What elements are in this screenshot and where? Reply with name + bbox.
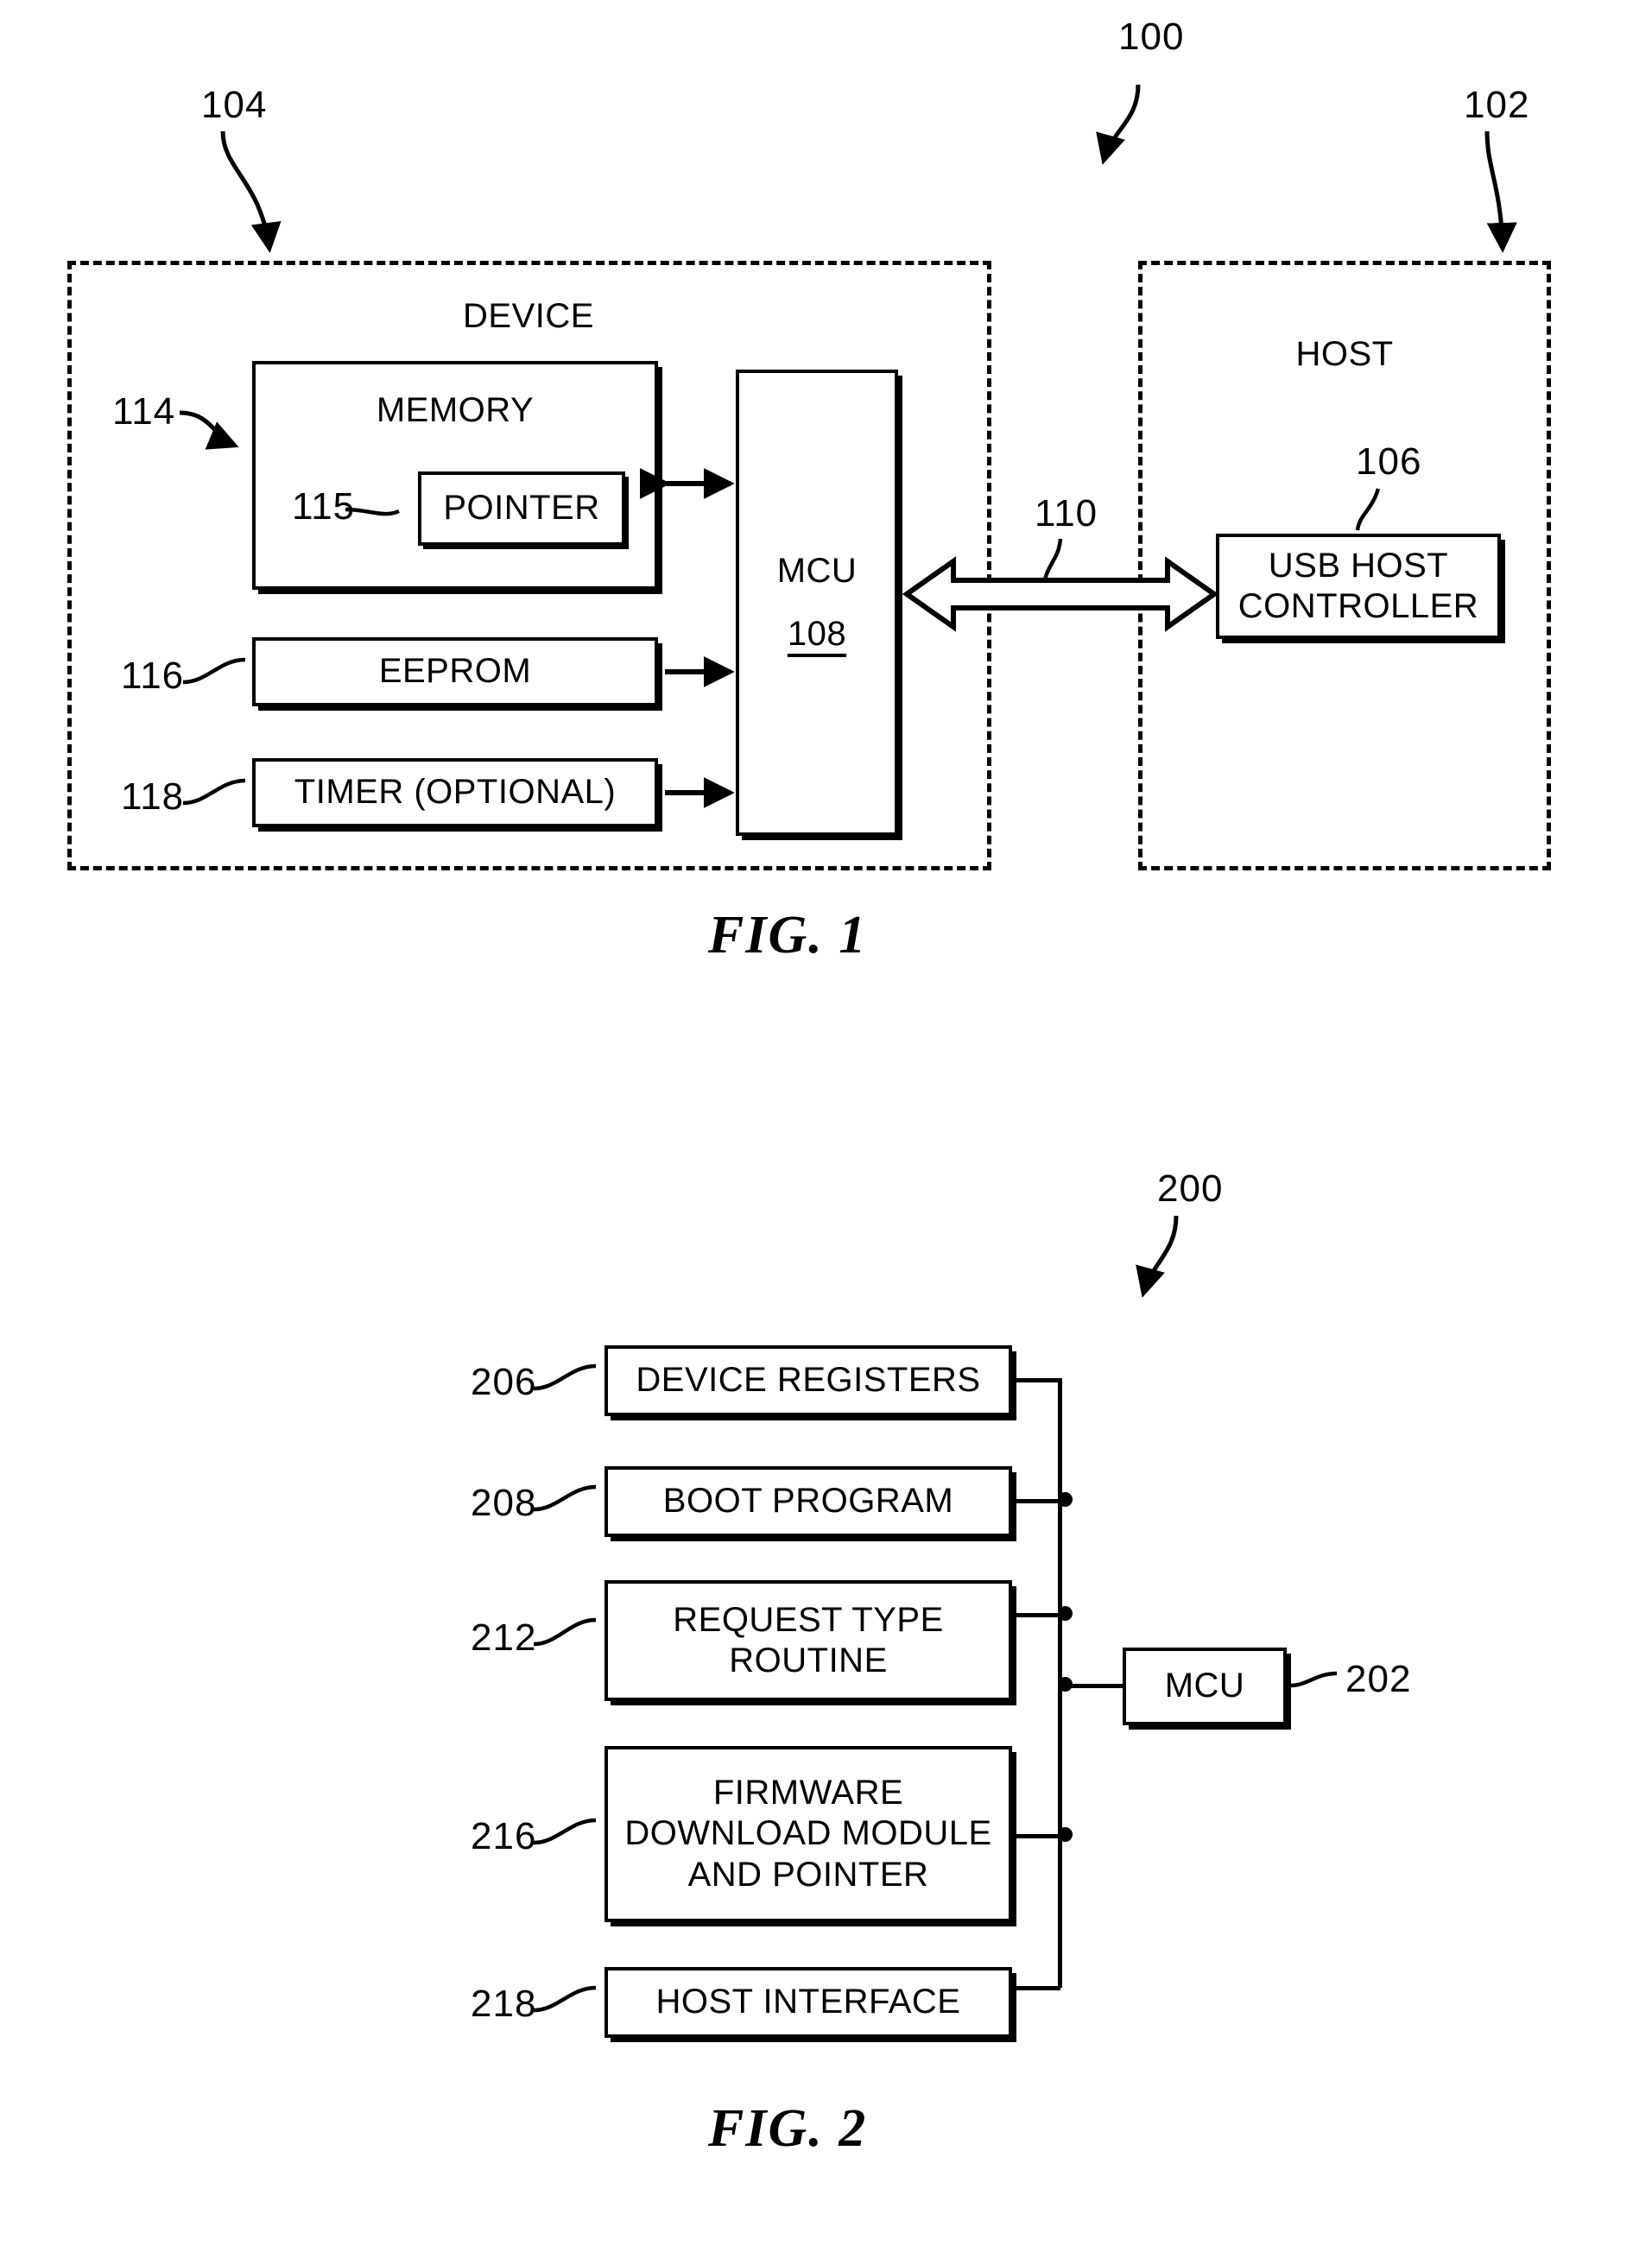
ref-218: 218 <box>471 1983 537 2025</box>
usb-host-controller-block: USB HOST CONTROLLER <box>1216 534 1501 639</box>
leader-100 <box>1096 84 1141 165</box>
device-registers-block: DEVICE REGISTERS <box>604 1345 1012 1416</box>
mcu-label: MCU <box>776 551 858 590</box>
host-title: HOST <box>1295 335 1394 373</box>
leader-206 <box>533 1363 597 1391</box>
mcu-block: MCU 108 <box>736 370 898 836</box>
device-registers-label: DEVICE REGISTERS <box>636 1361 981 1400</box>
eeprom-block: EEPROM <box>252 637 658 706</box>
mcu-202-block: MCU <box>1123 1648 1287 1725</box>
firmware-download-module-block: FIRMWARE DOWNLOAD MODULE AND POINTER <box>604 1746 1012 1922</box>
figure-2-caption: FIG. 2 <box>708 2099 868 2158</box>
boot-program-label: BOOT PROGRAM <box>662 1482 954 1521</box>
leader-216 <box>533 1818 597 1845</box>
leader-202 <box>1289 1671 1338 1688</box>
pointer-label: POINTER <box>443 489 600 528</box>
host-interface-block: HOST INTERFACE <box>604 1967 1012 2038</box>
ref-102: 102 <box>1464 84 1530 126</box>
figure-1-caption: FIG. 1 <box>708 906 868 965</box>
ref-100: 100 <box>1118 16 1185 58</box>
ref-106: 106 <box>1356 440 1422 483</box>
firmware-download-module-label: FIRMWARE DOWNLOAD MODULE AND POINTER <box>624 1774 992 1894</box>
leader-212 <box>533 1617 597 1647</box>
ref-200: 200 <box>1157 1167 1224 1210</box>
ref-114: 114 <box>112 390 176 433</box>
stub-206 <box>1010 1378 1060 1382</box>
junction-dot-mcu <box>1058 1677 1073 1692</box>
request-type-routine-label: REQUEST TYPE ROUTINE <box>673 1600 944 1680</box>
host-interface-label: HOST INTERFACE <box>655 1983 961 2021</box>
leader-208 <box>533 1484 597 1512</box>
stub-218 <box>1010 1986 1060 1990</box>
boot-program-block: BOOT PROGRAM <box>604 1466 1012 1537</box>
ref-110: 110 <box>1035 492 1098 535</box>
ref-104: 104 <box>201 84 268 126</box>
junction-dot-208 <box>1058 1492 1073 1507</box>
mcu-202-label: MCU <box>1164 1667 1245 1705</box>
ref-115: 115 <box>292 485 356 528</box>
mcu-ref-108: 108 <box>787 615 847 653</box>
ref-206: 206 <box>471 1361 537 1403</box>
leader-218 <box>533 1985 597 2013</box>
stub-208 <box>1010 1499 1060 1503</box>
stub-212 <box>1010 1613 1060 1617</box>
eeprom-label: EEPROM <box>378 652 532 691</box>
ref-118: 118 <box>121 775 185 818</box>
junction-dot-216 <box>1058 1827 1073 1842</box>
usb-host-controller-line1: USB HOST <box>1268 546 1449 585</box>
junction-dot-212 <box>1058 1606 1073 1621</box>
leader-104 <box>220 130 282 253</box>
timer-label: TIMER (OPTIONAL) <box>294 773 617 812</box>
leader-102 <box>1484 130 1517 253</box>
usb-host-controller-line2: CONTROLLER <box>1237 587 1479 625</box>
device-title: DEVICE <box>463 297 594 335</box>
leader-110 <box>1041 538 1063 591</box>
timer-block: TIMER (OPTIONAL) <box>252 758 658 827</box>
ref-202: 202 <box>1345 1658 1412 1700</box>
request-type-routine-block: REQUEST TYPE ROUTINE <box>604 1580 1012 1701</box>
leader-200 <box>1136 1215 1179 1298</box>
pointer-block: POINTER <box>418 471 625 546</box>
memory-label: MEMORY <box>376 391 535 429</box>
ref-212: 212 <box>471 1616 537 1659</box>
ref-116: 116 <box>121 655 185 697</box>
ref-216: 216 <box>471 1815 537 1857</box>
stub-216 <box>1010 1834 1060 1838</box>
ref-208: 208 <box>471 1482 537 1524</box>
